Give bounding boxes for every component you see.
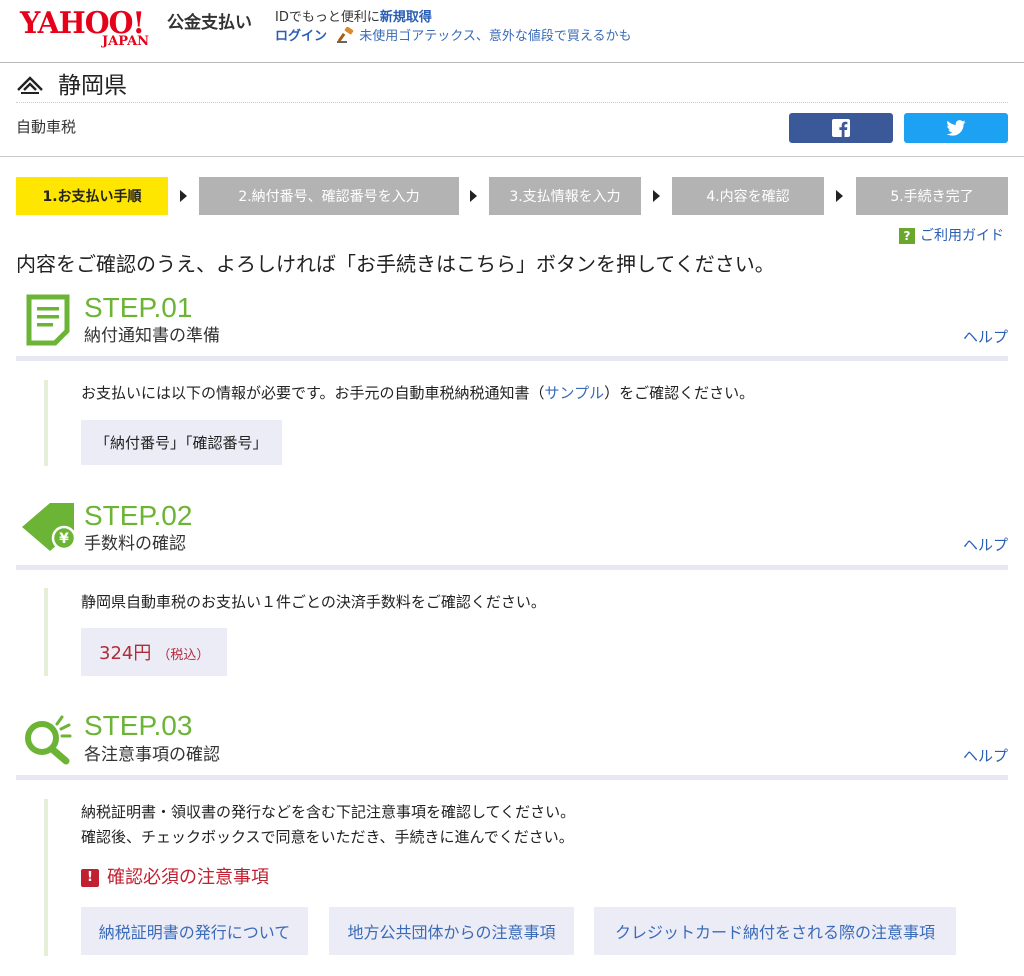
step-arrow-icon — [470, 190, 477, 202]
fee-box: 324円 （税込） — [81, 628, 228, 676]
twitter-share-button[interactable] — [904, 113, 1008, 143]
user-guide-link[interactable]: ? ご利用ガイド — [899, 227, 1004, 245]
step-02-help-link[interactable]: ヘルプ — [963, 535, 1008, 555]
required-notice-label: 確認必須の注意事項 — [107, 867, 269, 888]
progress-step-3: 3.支払情報を入力 — [489, 177, 641, 215]
step-02-description: 静岡県自動車税のお支払い１件ごとの決済手数料をご確認ください。 — [81, 593, 546, 611]
step-02-side-bar — [44, 588, 48, 676]
document-icon — [26, 294, 70, 346]
facebook-share-button[interactable] — [789, 113, 893, 143]
step-03-title: 各注意事項の確認 — [84, 745, 220, 765]
magnifier-icon — [25, 715, 72, 765]
title-divider — [16, 102, 1008, 103]
step-02-divider — [16, 565, 1008, 570]
header-divider — [0, 156, 1024, 157]
notice-button-credit-card[interactable]: クレジットカード納付をされる際の注意事項 — [594, 907, 956, 955]
step-arrow-icon — [836, 190, 843, 202]
step-03-help-link[interactable]: ヘルプ — [963, 746, 1008, 766]
fee-value: 324円 — [99, 643, 152, 664]
step-01-number: STEP.01 — [84, 292, 193, 323]
step-01-text-after: ）をご確認ください。 — [604, 384, 755, 402]
fee-amount: 324円 （税込） — [99, 639, 209, 665]
fee-tax-note: （税込） — [157, 648, 210, 663]
facebook-icon — [832, 119, 850, 137]
step-01-divider — [16, 356, 1008, 361]
step-03-description-2: 確認後、チェックボックスで同意をいただき、手続きに進んでください。 — [81, 828, 574, 846]
step-02-title: 手数料の確認 — [84, 534, 186, 554]
notice-button-certificate[interactable]: 納税証明書の発行について — [81, 907, 308, 955]
progress-step-4: 4.内容を確認 — [672, 177, 824, 215]
step-03-side-bar — [44, 799, 48, 956]
yahoo-japan-logo[interactable]: YAHOO! JAPAN — [20, 8, 162, 50]
login-line: ログイン 未使用ゴアテックス、意外な値段で買えるかも — [275, 27, 632, 46]
required-notice-heading: ! 確認必須の注意事項 — [81, 866, 269, 890]
page-title: 静岡県 — [58, 73, 127, 99]
sample-link[interactable]: サンプル — [545, 384, 605, 402]
signup-link[interactable]: 新規取得 — [380, 10, 432, 25]
step-02-number: STEP.02 — [84, 500, 193, 531]
svg-text:¥: ¥ — [59, 531, 69, 547]
logo-sub-text: JAPAN — [102, 34, 150, 49]
lead-instruction: 内容をご確認のうえ、よろしければ「お手続きはこちら」ボタンを押してください。 — [16, 252, 775, 276]
step-01-description: お支払いには以下の情報が必要です。お手元の自動車税納税通知書（サンプル）をご確認… — [81, 381, 754, 405]
step-01-side-bar — [44, 380, 48, 466]
id-promo-line: IDでもっと便利に新規取得 — [275, 9, 432, 27]
step-03-description-1: 納税証明書・領収書の発行などを含む下記注意事項を確認してください。 — [81, 803, 576, 821]
auction-gavel-icon — [337, 27, 354, 43]
step-arrow-icon — [653, 190, 660, 202]
shizuoka-prefecture-emblem-icon — [17, 76, 43, 94]
login-link[interactable]: ログイン — [275, 29, 327, 44]
tax-type-label: 自動車税 — [16, 118, 77, 136]
step-03-divider — [16, 775, 1008, 780]
id-promo-text: IDでもっと便利に — [275, 10, 380, 25]
notice-button-local-government[interactable]: 地方公共団体からの注意事項 — [329, 907, 574, 955]
step-01-help-link[interactable]: ヘルプ — [963, 327, 1008, 347]
step-03-number: STEP.03 — [84, 710, 193, 741]
step-01-text-before: お支払いには以下の情報が必要です。お手元の自動車税納税通知書（ — [81, 384, 545, 402]
step-arrow-icon — [180, 190, 187, 202]
question-icon: ? — [899, 228, 915, 244]
site-header: YAHOO! JAPAN 公金支払い IDでもっと便利に新規取得 ログイン 未使… — [0, 0, 1024, 63]
step-01-title: 納付通知書の準備 — [84, 326, 220, 346]
progress-step-2: 2.納付番号、確認番号を入力 — [199, 177, 459, 215]
progress-step-5: 5.手続き完了 — [856, 177, 1008, 215]
auction-promo-link[interactable]: 未使用ゴアテックス、意外な値段で買えるかも — [359, 29, 631, 44]
user-guide-label: ご利用ガイド — [920, 228, 1004, 244]
progress-step-1: 1.お支払い手順 — [16, 177, 168, 215]
twitter-icon — [946, 120, 966, 136]
fee-ticket-icon: ¥ — [22, 503, 76, 551]
warning-icon: ! — [81, 869, 99, 887]
service-name[interactable]: 公金支払い — [167, 12, 252, 34]
required-info-box: 「納付番号」「確認番号」 — [81, 420, 282, 465]
